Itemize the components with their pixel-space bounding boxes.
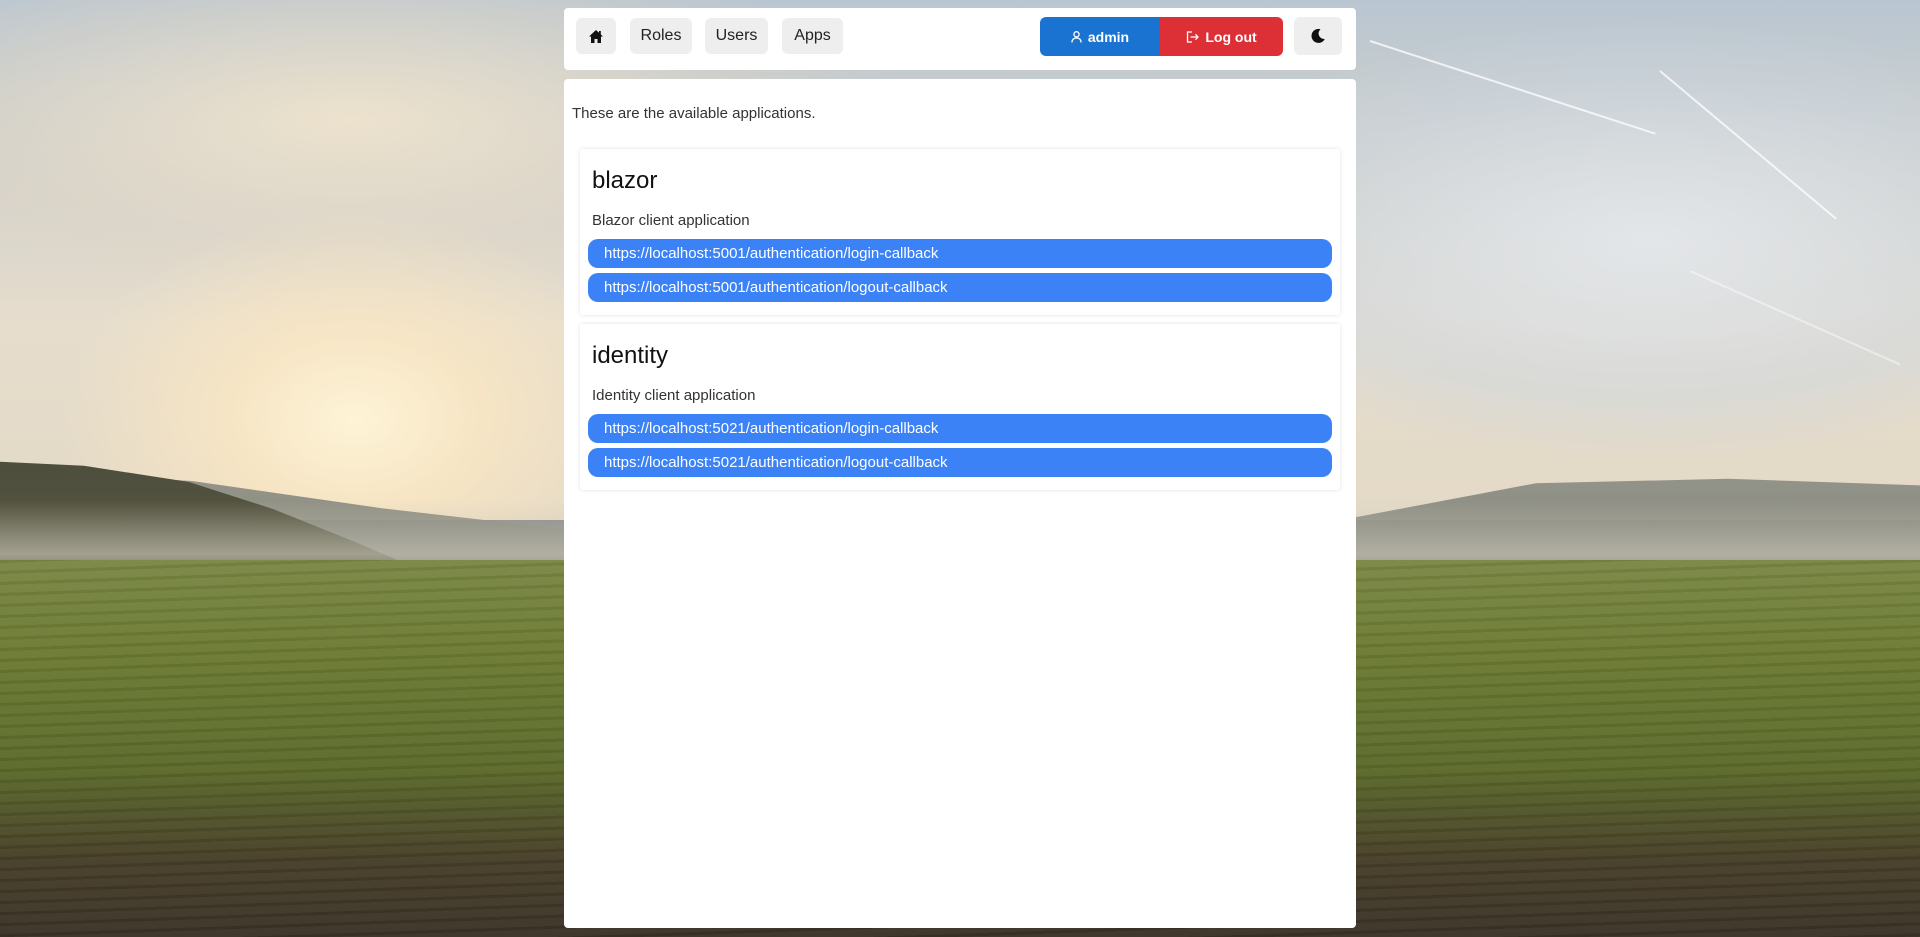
redirect-uri-link[interactable]: https://localhost:5001/authentication/lo… (588, 239, 1332, 268)
app-description: Identity client application (592, 387, 756, 404)
logout-label: Log out (1205, 28, 1257, 45)
moon-icon (1310, 28, 1326, 44)
logout-icon (1186, 30, 1200, 43)
logout-button[interactable]: Log out (1160, 17, 1283, 56)
redirect-uri-link[interactable]: https://localhost:5021/authentication/lo… (588, 448, 1332, 477)
app-card: blazor Blazor client application https:/… (580, 149, 1340, 315)
home-button[interactable] (576, 18, 616, 54)
account-button[interactable]: admin (1040, 17, 1160, 56)
nav-users-button[interactable]: Users (705, 18, 768, 54)
nav-roles-button[interactable]: Roles (630, 18, 692, 54)
top-navbar: Roles Users Apps admin Log out (564, 8, 1356, 70)
app-card: identity Identity client application htt… (580, 324, 1340, 490)
redirect-uri-link[interactable]: https://localhost:5001/authentication/lo… (588, 273, 1332, 302)
account-username: admin (1087, 28, 1130, 45)
user-icon (1071, 30, 1082, 43)
nav-apps-button[interactable]: Apps (782, 18, 843, 54)
theme-toggle-button[interactable] (1294, 17, 1342, 55)
app-name: identity (592, 342, 669, 369)
app-description: Blazor client application (592, 212, 750, 229)
applications-panel: These are the available applications. bl… (564, 79, 1356, 928)
app-name: blazor (592, 167, 658, 194)
page-intro: These are the available applications. (572, 105, 816, 122)
redirect-uri-link[interactable]: https://localhost:5021/authentication/lo… (588, 414, 1332, 443)
home-icon (589, 29, 603, 43)
